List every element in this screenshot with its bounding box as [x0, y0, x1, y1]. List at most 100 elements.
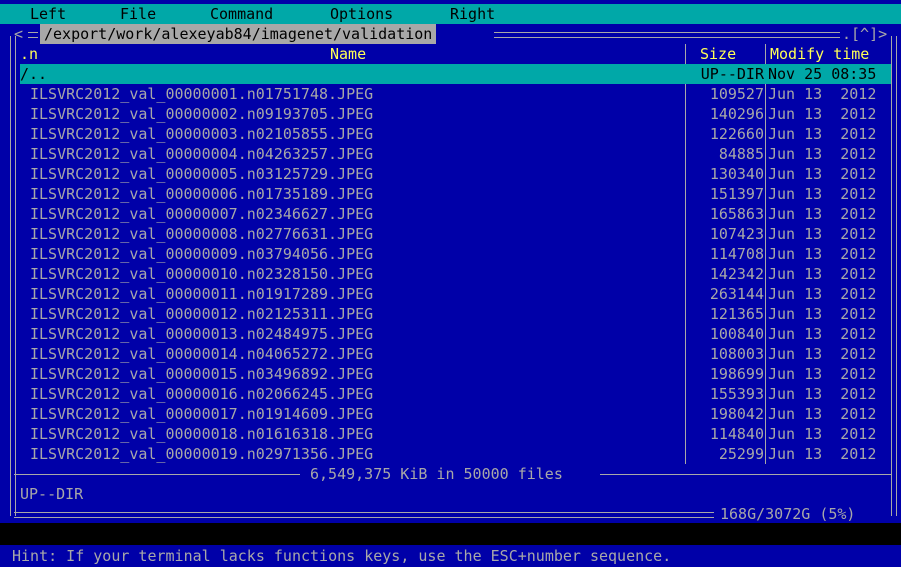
file-row[interactable]: ILSVRC2012_val_00000010.n02328150.JPEG 14…: [20, 264, 891, 284]
file-row[interactable]: ILSVRC2012_val_00000019.n02971356.JPEG 25…: [20, 444, 891, 464]
file-modify-time: Jun 13 2012: [768, 165, 877, 183]
menu-right[interactable]: Right: [450, 5, 495, 23]
file-modify-time: Jun 13 2012: [768, 305, 877, 323]
parent-dir-row[interactable]: /.. UP--DIR Nov 25 08:35: [20, 64, 891, 84]
panel-border-left: [10, 36, 16, 516]
file-name: ILSVRC2012_val_00000013.n02484975.JPEG: [30, 325, 374, 343]
file-size: UP--DIR: [700, 65, 764, 83]
files-summary: 6,549,375 KiB in 50000 files: [310, 465, 563, 483]
file-size: 151397: [709, 185, 764, 203]
hint-bar: Hint: If your terminal lacks functions k…: [0, 523, 901, 565]
file-size: 142342: [709, 265, 764, 283]
file-size: 165863: [709, 205, 764, 223]
file-name: ILSVRC2012_val_00000004.n04263257.JPEG: [30, 145, 374, 163]
summary-divider-left: [14, 474, 300, 475]
file-name: ILSVRC2012_val_00000018.n01616318.JPEG: [30, 425, 374, 443]
file-row[interactable]: ILSVRC2012_val_00000002.n09193705.JPEG 14…: [20, 104, 891, 124]
file-modify-time: Jun 13 2012: [768, 205, 877, 223]
summary-divider-right: [600, 474, 891, 475]
file-name: ILSVRC2012_val_00000008.n02776631.JPEG: [30, 225, 374, 243]
file-name: ILSVRC2012_val_00000006.n01735189.JPEG: [30, 185, 374, 203]
file-row[interactable]: ILSVRC2012_val_00000009.n03794056.JPEG 11…: [20, 244, 891, 264]
menu-file[interactable]: File: [120, 5, 156, 23]
file-name: ILSVRC2012_val_00000007.n02346627.JPEG: [30, 205, 374, 223]
panel-border-top-left: [28, 32, 38, 38]
file-size: 198699: [709, 365, 764, 383]
file-name: ILSVRC2012_val_00000010.n02328150.JPEG: [30, 265, 374, 283]
file-row[interactable]: ILSVRC2012_val_00000003.n02105855.JPEG 12…: [20, 124, 891, 144]
panel-border-bottom: [14, 512, 714, 518]
file-row[interactable]: ILSVRC2012_val_00000004.n04263257.JPEG 84…: [20, 144, 891, 164]
file-name: ILSVRC2012_val_00000012.n02125311.JPEG: [30, 305, 374, 323]
file-size: 155393: [709, 385, 764, 403]
file-size: 100840: [709, 325, 764, 343]
file-row[interactable]: ILSVRC2012_val_00000018.n01616318.JPEG 11…: [20, 424, 891, 444]
panel-left-arrow[interactable]: <: [14, 24, 23, 44]
file-size: 140296: [709, 105, 764, 123]
file-size: 107423: [709, 225, 764, 243]
menu-left[interactable]: Left: [30, 5, 66, 23]
file-size: 84885: [718, 145, 764, 163]
file-modify-time: Jun 13 2012: [768, 385, 877, 403]
file-row[interactable]: ILSVRC2012_val_00000013.n02484975.JPEG 10…: [20, 324, 891, 344]
file-modify-time: Jun 13 2012: [768, 85, 877, 103]
file-row[interactable]: ILSVRC2012_val_00000008.n02776631.JPEG 10…: [20, 224, 891, 244]
panel-border-top-right: [494, 32, 840, 38]
file-size: 263144: [709, 285, 764, 303]
file-modify-time: Jun 13 2012: [768, 345, 877, 363]
current-path[interactable]: /export/work/alexeyab84/imagenet/validat…: [40, 24, 437, 44]
file-size: 130340: [709, 165, 764, 183]
file-modify-time: Jun 13 2012: [768, 265, 877, 283]
file-row[interactable]: ILSVRC2012_val_00000014.n04065272.JPEG 10…: [20, 344, 891, 364]
file-name: ILSVRC2012_val_00000016.n02066245.JPEG: [30, 385, 374, 403]
file-name: ILSVRC2012_val_00000014.n04065272.JPEG: [30, 345, 374, 363]
file-modify-time: Jun 13 2012: [768, 185, 877, 203]
file-row[interactable]: ILSVRC2012_val_00000001.n01751748.JPEG 10…: [20, 84, 891, 104]
file-modify-time: Jun 13 2012: [768, 365, 877, 383]
file-name: /..: [20, 65, 48, 83]
file-row[interactable]: ILSVRC2012_val_00000016.n02066245.JPEG 15…: [20, 384, 891, 404]
menu-command[interactable]: Command: [210, 5, 273, 23]
file-row[interactable]: ILSVRC2012_val_00000012.n02125311.JPEG 12…: [20, 304, 891, 324]
panel-border-right: [891, 36, 897, 516]
file-row[interactable]: ILSVRC2012_val_00000006.n01735189.JPEG 15…: [20, 184, 891, 204]
file-size: 114840: [709, 425, 764, 443]
file-name: ILSVRC2012_val_00000003.n02105855.JPEG: [30, 125, 374, 143]
file-size: 198042: [709, 405, 764, 423]
file-name: ILSVRC2012_val_00000019.n02971356.JPEG: [30, 445, 374, 463]
file-modify-time: Jun 13 2012: [768, 285, 877, 303]
disk-usage: 168G/3072G (5%): [720, 505, 856, 523]
file-row[interactable]: ILSVRC2012_val_00000011.n01917289.JPEG 26…: [20, 284, 891, 304]
file-modify-time: Jun 13 2012: [768, 225, 877, 243]
file-modify-time: Jun 13 2012: [768, 145, 877, 163]
file-modify-time: Nov 25 08:35: [768, 65, 877, 83]
file-size: 108003: [709, 345, 764, 363]
panel-corner-controls[interactable]: .[^]>: [842, 24, 887, 44]
column-sort-indicator[interactable]: .n: [20, 44, 38, 64]
file-size: 121365: [709, 305, 764, 323]
file-name: ILSVRC2012_val_00000001.n01751748.JPEG: [30, 85, 374, 103]
file-row[interactable]: ILSVRC2012_val_00000015.n03496892.JPEG 19…: [20, 364, 891, 384]
menu-bar: Left File Command Options Right: [0, 4, 901, 24]
file-name: ILSVRC2012_val_00000009.n03794056.JPEG: [30, 245, 374, 263]
file-name: ILSVRC2012_val_00000011.n01917289.JPEG: [30, 285, 374, 303]
file-modify-time: Jun 13 2012: [768, 325, 877, 343]
file-row[interactable]: ILSVRC2012_val_00000005.n03125729.JPEG 13…: [20, 164, 891, 184]
column-header-size[interactable]: Size: [700, 44, 736, 64]
file-modify-time: Jun 13 2012: [768, 425, 877, 443]
file-row[interactable]: ILSVRC2012_val_00000017.n01914609.JPEG 19…: [20, 404, 891, 424]
column-header-modify[interactable]: Modify time: [770, 44, 869, 64]
file-row[interactable]: ILSVRC2012_val_00000007.n02346627.JPEG 16…: [20, 204, 891, 224]
file-name: ILSVRC2012_val_00000005.n03125729.JPEG: [30, 165, 374, 183]
file-size: 114708: [709, 245, 764, 263]
file-size: 25299: [718, 445, 764, 463]
hint-text: Hint: If your terminal lacks functions k…: [12, 547, 672, 565]
column-header-name[interactable]: Name: [330, 44, 366, 64]
file-modify-time: Jun 13 2012: [768, 125, 877, 143]
file-modify-time: Jun 13 2012: [768, 405, 877, 423]
file-modify-time: Jun 13 2012: [768, 105, 877, 123]
file-size: 109527: [709, 85, 764, 103]
menu-options[interactable]: Options: [330, 5, 393, 23]
file-name: ILSVRC2012_val_00000002.n09193705.JPEG: [30, 105, 374, 123]
file-modify-time: Jun 13 2012: [768, 245, 877, 263]
